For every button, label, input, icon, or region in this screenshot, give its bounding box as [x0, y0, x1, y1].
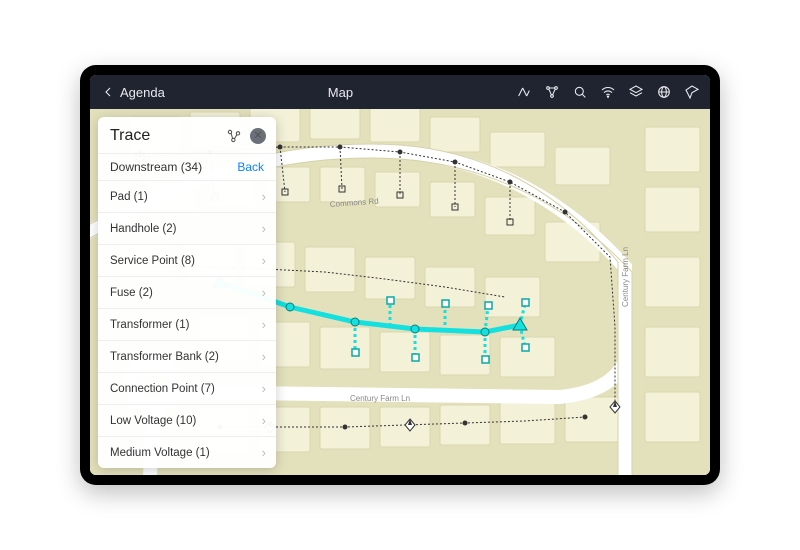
trace-tool-icon[interactable]: [516, 84, 532, 100]
chevron-right-icon: ›: [262, 285, 266, 300]
panel-subheader: Downstream (34) Back: [98, 153, 276, 180]
device-frame: Agenda Map: [80, 65, 720, 485]
page-title: Map: [165, 85, 516, 100]
trace-result-item[interactable]: Connection Point (7) ›: [98, 372, 276, 404]
item-label: Transformer Bank (2): [110, 351, 219, 363]
close-icon[interactable]: ✕: [250, 128, 266, 144]
road-label: Century Farm Ln: [621, 247, 630, 307]
globe-icon[interactable]: [656, 84, 672, 100]
trace-result-item[interactable]: Service Point (8) ›: [98, 244, 276, 276]
item-label: Transformer (1): [110, 319, 189, 331]
toolbar: [516, 84, 700, 100]
trace-result-list: Pad (1)›Handhole (2)›Service Point (8)›F…: [98, 180, 276, 468]
item-label: Low Voltage (10): [110, 415, 196, 427]
trace-panel: Trace ✕ Downstream (34) Back Pad (1)›Han…: [98, 117, 276, 468]
chevron-right-icon: ›: [262, 413, 266, 428]
back-label: Agenda: [120, 85, 165, 100]
network-icon[interactable]: [544, 84, 560, 100]
chevron-right-icon: ›: [262, 221, 266, 236]
trace-result-item[interactable]: Fuse (2) ›: [98, 276, 276, 308]
search-icon[interactable]: [572, 84, 588, 100]
item-label: Connection Point (7): [110, 383, 215, 395]
back-button[interactable]: Agenda: [100, 84, 165, 100]
chevron-right-icon: ›: [262, 445, 266, 460]
chevron-right-icon: ›: [262, 317, 266, 332]
layers-icon[interactable]: [628, 84, 644, 100]
item-label: Pad (1): [110, 191, 148, 203]
device-screen: Agenda Map: [90, 75, 710, 475]
item-label: Handhole (2): [110, 223, 176, 235]
panel-title: Trace: [110, 127, 150, 145]
chevron-right-icon: ›: [262, 253, 266, 268]
trace-result-item[interactable]: Transformer Bank (2) ›: [98, 340, 276, 372]
item-label: Medium Voltage (1): [110, 447, 210, 459]
content-area: Commons Rd Century Farm Ln Century Farm …: [90, 109, 710, 475]
item-label: Service Point (8): [110, 255, 195, 267]
panel-back-link[interactable]: Back: [237, 160, 264, 174]
road-label: Century Farm Ln: [350, 394, 410, 403]
chevron-right-icon: ›: [262, 381, 266, 396]
trace-result-item[interactable]: Low Voltage (10) ›: [98, 404, 276, 436]
trace-mode-label: Downstream (34): [110, 160, 202, 174]
chevron-right-icon: ›: [262, 349, 266, 364]
top-bar: Agenda Map: [90, 75, 710, 109]
item-label: Fuse (2): [110, 287, 153, 299]
graph-icon[interactable]: [226, 128, 242, 144]
panel-header: Trace ✕: [98, 117, 276, 153]
chevron-right-icon: ›: [262, 189, 266, 204]
chevron-left-icon: [100, 84, 116, 100]
trace-result-item[interactable]: Handhole (2) ›: [98, 212, 276, 244]
wifi-icon[interactable]: [600, 84, 616, 100]
trace-result-item[interactable]: Transformer (1) ›: [98, 308, 276, 340]
trace-result-item[interactable]: Pad (1) ›: [98, 180, 276, 212]
trace-result-item[interactable]: Medium Voltage (1) ›: [98, 436, 276, 468]
locate-icon[interactable]: [684, 84, 700, 100]
